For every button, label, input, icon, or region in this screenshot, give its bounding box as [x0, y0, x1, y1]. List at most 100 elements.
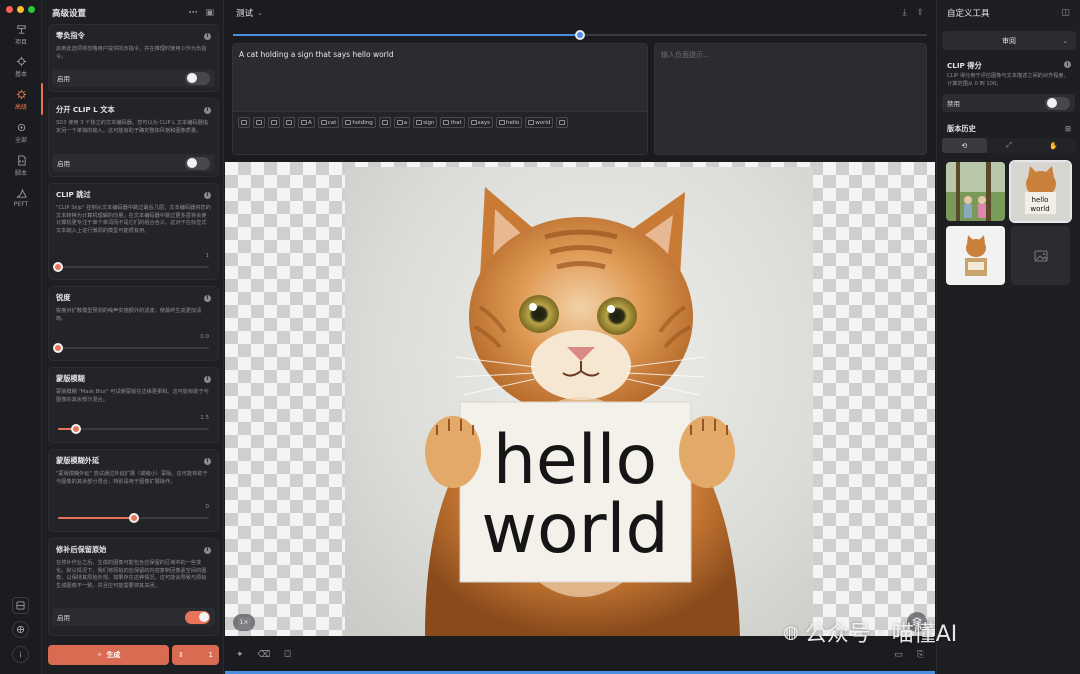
prompt-token[interactable]: says: [467, 117, 493, 128]
rail-item-peft[interactable]: PEFT: [0, 188, 42, 208]
sharpness-value: 0.0: [200, 334, 209, 340]
magic-wand-icon[interactable]: ✦: [236, 650, 244, 660]
negative-prompt-box[interactable]: 输入负面提示…: [654, 43, 927, 155]
rail-label: 高级: [14, 104, 27, 111]
clip-skip-value: 1: [205, 253, 210, 259]
preserve-card: 修补后保留原始 i 在修补作业之后，生成的图像可能包含应保留的区域中的一些变化。默…: [48, 538, 219, 636]
prompt-token[interactable]: holding: [342, 117, 376, 128]
info-icon[interactable]: i: [204, 294, 211, 302]
info-icon[interactable]: i: [204, 191, 211, 199]
storage-icon[interactable]: [12, 597, 29, 614]
toggle-label: 启用: [57, 614, 70, 622]
prompt-token[interactable]: that: [440, 117, 465, 128]
more-icon[interactable]: ⋯: [188, 8, 197, 18]
prompt-token[interactable]: [283, 117, 295, 128]
sidebar-toggle-icon[interactable]: ◫: [1061, 8, 1070, 18]
prompt-token[interactable]: sign: [413, 117, 438, 128]
globe-icon[interactable]: [12, 621, 29, 638]
clip-l-toggle[interactable]: [185, 156, 210, 170]
prompt-token[interactable]: [253, 117, 265, 128]
token-label: hello: [506, 119, 520, 126]
tab-history[interactable]: ⟲: [942, 138, 987, 153]
card-title: 蒙版模糊外延: [56, 456, 100, 465]
zero-neg-toggle[interactable]: [185, 71, 210, 85]
paint-bucket-icon[interactable]: ⛋: [284, 650, 291, 660]
prompt-token[interactable]: [556, 117, 569, 128]
rail-item-script[interactable]: 脚本: [0, 155, 42, 177]
token-image-icon: [256, 120, 262, 125]
clip-score-toggle[interactable]: [1045, 96, 1070, 110]
mask-blur-outset-value: 0: [205, 504, 210, 510]
export-icon[interactable]: ⎘: [917, 650, 924, 660]
zero-neg-card: 零负指令 i 启用此选项将忽略用户提供的负指令，并在推理时使用０作为负指令。 启用: [48, 24, 219, 92]
sharpness-slider[interactable]: [53, 343, 209, 353]
tab-hand[interactable]: ✋: [1031, 138, 1076, 153]
rail-item-all[interactable]: 全部: [0, 122, 42, 144]
token-label: says: [477, 119, 490, 126]
info-icon[interactable]: i: [1064, 61, 1071, 68]
app-window: 项目 基本 高级 全部 脚本 PEFT 高级设置 ⋯ ▣ 零负指令 i 启用此选…: [0, 0, 1080, 674]
prompt-token[interactable]: A: [298, 117, 315, 128]
token-image-icon: [301, 120, 307, 125]
token-label: that: [450, 119, 462, 126]
tab-edit[interactable]: ⤢: [987, 138, 1032, 153]
mask-blur-value: 1.5: [200, 415, 209, 421]
chevron-down-icon[interactable]: ⌄: [257, 9, 263, 17]
prompt-token[interactable]: a: [393, 117, 411, 128]
grid-icon[interactable]: ⊞: [1065, 124, 1071, 134]
info-icon[interactable]: i: [204, 106, 211, 114]
history-title: 版本历史: [947, 124, 976, 133]
download-icon[interactable]: ⤓: [902, 8, 906, 18]
prompt-token[interactable]: cat: [317, 117, 340, 128]
prompt-token[interactable]: hello: [496, 117, 523, 128]
token-label: a: [403, 119, 408, 126]
prompt-token[interactable]: [268, 117, 280, 128]
history-thumb-empty[interactable]: [1011, 226, 1070, 285]
review-select[interactable]: 审阅 ⌄: [942, 31, 1076, 50]
zoom-window-button[interactable]: [28, 6, 35, 13]
generated-image: hello world: [345, 167, 813, 636]
mask-blur-outset-slider[interactable]: [58, 513, 209, 523]
rail-item-project[interactable]: 项目: [0, 24, 42, 46]
minimize-window-button[interactable]: [17, 6, 24, 13]
history-thumb-cat-selected[interactable]: hello world: [1009, 160, 1072, 223]
sign-line-2: world: [481, 490, 668, 569]
cat-illustration: hello world: [425, 187, 740, 636]
negative-prompt-placeholder: 输入负面提示…: [661, 51, 710, 59]
card-title: 分开 CLIP L 文本: [56, 105, 115, 114]
info-icon[interactable]: i: [204, 375, 211, 383]
mask-blur-slider[interactable]: [58, 424, 209, 434]
prompt-token[interactable]: world: [525, 117, 554, 128]
prompt-token[interactable]: [378, 117, 391, 128]
progress-bar[interactable]: [233, 30, 927, 40]
info-icon[interactable]: i: [204, 32, 211, 40]
image-canvas[interactable]: hello world 1×: [225, 162, 935, 636]
token-image-icon: [396, 120, 403, 125]
prompt-text[interactable]: A cat holding a sign that says hello wor…: [239, 50, 394, 59]
info-icon[interactable]: [12, 646, 29, 663]
card-title: 修补后保留原始: [56, 545, 107, 554]
preserve-toggle[interactable]: [185, 610, 210, 624]
token-list: Acat holding a sign that says hello world: [233, 111, 647, 154]
clip-skip-slider[interactable]: [53, 262, 209, 272]
card-desc: 蒙版模糊 "Mask Blur" 可试使蒙版在边缘更柔和。这可能有助于与图像的其…: [56, 389, 209, 403]
info-icon[interactable]: i: [204, 546, 211, 554]
close-window-button[interactable]: [6, 6, 13, 13]
share-icon[interactable]: ⇪: [916, 8, 924, 18]
info-icon[interactable]: i: [204, 457, 211, 465]
history-thumb-cat-box[interactable]: [946, 226, 1005, 285]
rail-item-basic[interactable]: 基本: [0, 56, 42, 78]
zoom-badge[interactable]: 1×: [233, 614, 255, 631]
generate-button[interactable]: ✧ 生成: [48, 645, 169, 665]
prompt-box[interactable]: A cat holding a sign that says hello wor…: [232, 43, 648, 155]
sign-line-1: hello: [493, 421, 657, 500]
token-image-icon: [345, 120, 352, 125]
eraser-icon[interactable]: ⌫: [258, 650, 271, 660]
document-icon[interactable]: ▭: [894, 650, 903, 660]
prompt-token[interactable]: [238, 117, 250, 128]
rail-item-advanced[interactable]: 高级: [0, 83, 43, 115]
batch-count-stepper[interactable]: ⇕ 1: [172, 645, 219, 665]
save-icon[interactable]: ▣: [205, 8, 214, 18]
history-thumb-forest[interactable]: [946, 162, 1005, 221]
project-title[interactable]: 测试: [236, 7, 253, 19]
